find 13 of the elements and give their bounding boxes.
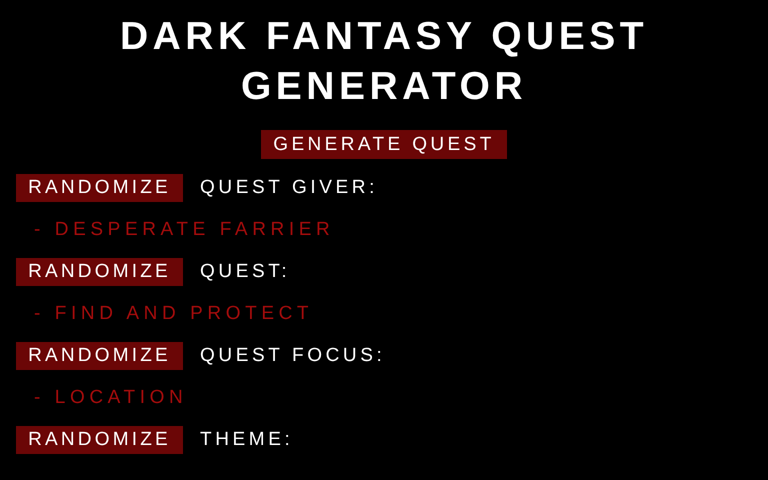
field-value: - FIND AND PROTECT [33,302,314,326]
randomize-button[interactable]: RANDOMIZE [16,258,183,286]
randomize-button[interactable]: RANDOMIZE [16,174,183,202]
field-value: - DESPERATE FARRIER [33,218,336,242]
field-label: THEME: [200,429,294,451]
randomize-button[interactable]: RANDOMIZE [16,342,183,370]
page-title: DARK FANTASY QUEST GENERATOR [118,14,650,110]
generate-quest-button[interactable]: GENERATE QUEST [261,130,507,159]
field-value: - LOCATION [33,386,188,410]
randomize-button[interactable]: RANDOMIZE [16,426,183,454]
field-label: QUEST FOCUS: [200,345,386,367]
field-label: QUEST: [200,261,290,283]
field-label: QUEST GIVER: [200,177,378,199]
